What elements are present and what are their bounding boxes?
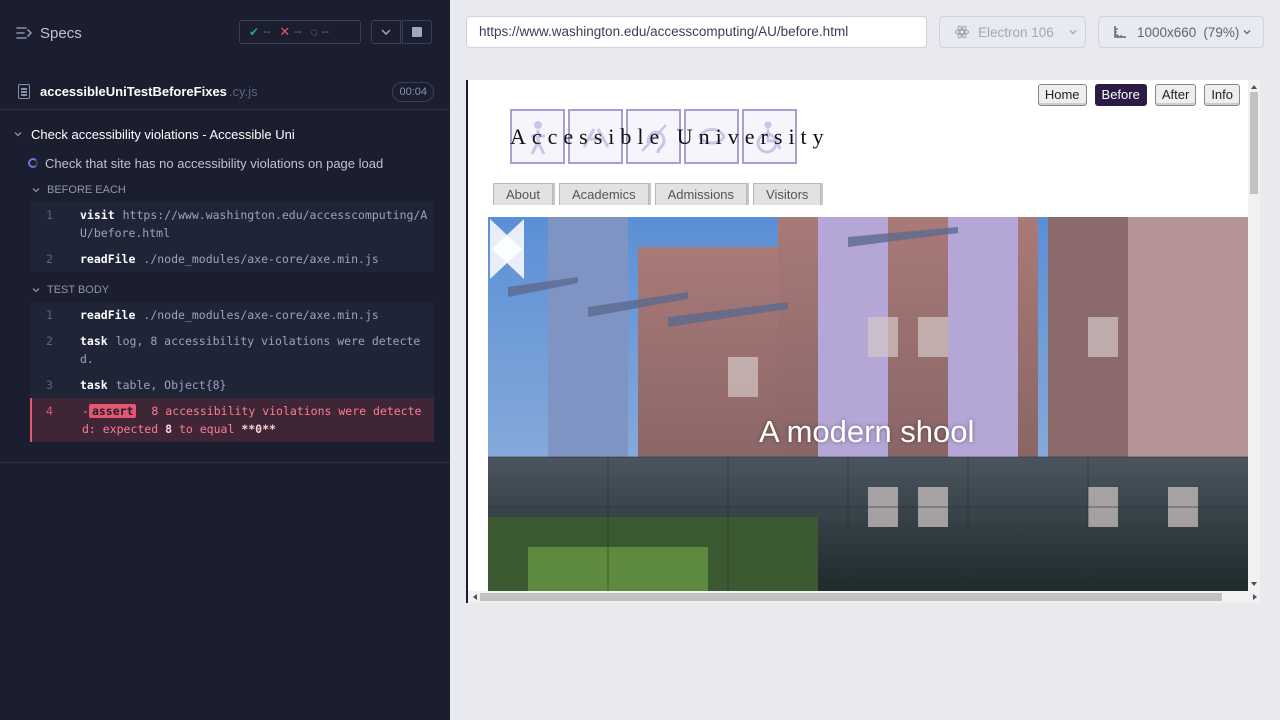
chevron-down-icon <box>32 288 40 293</box>
command-row[interactable]: 2 readFile ./node_modules/axe-core/axe.mi… <box>30 246 434 272</box>
before-each-commands: 1 visit https://www.washington.edu/access… <box>30 202 434 272</box>
command-name: task <box>80 378 108 392</box>
vertical-scrollbar[interactable] <box>1248 80 1260 591</box>
spec-extension: .cy.js <box>228 84 258 99</box>
command-number: 1 <box>46 308 53 322</box>
passed-stat: ✔ -- <box>249 25 271 39</box>
scroll-left-arrow-icon[interactable] <box>470 591 480 603</box>
spec-duration: 00:04 <box>392 82 434 102</box>
stop-icon <box>412 27 422 37</box>
command-row[interactable]: 1 visit https://www.washington.edu/access… <box>30 202 434 246</box>
test-body-label: TEST BODY <box>47 284 110 296</box>
app-preview-panel: https://www.washington.edu/accesscomputi… <box>450 0 1280 720</box>
command-number: 1 <box>46 208 53 222</box>
test-body-commands: 1 readFile ./node_modules/axe-core/axe.mi… <box>30 302 434 442</box>
browser-name: Electron 106 <box>978 24 1054 40</box>
command-message: ./node_modules/axe-core/axe.min.js <box>143 308 379 322</box>
suite-title-row[interactable]: Check accessibility violations - Accessi… <box>0 120 450 148</box>
horizontal-scroll-thumb[interactable] <box>480 593 1222 601</box>
chevron-down-icon <box>32 188 40 193</box>
building-photo <box>488 217 1248 591</box>
stop-button[interactable] <box>402 20 432 44</box>
suite: Check accessibility violations - Accessi… <box>0 120 450 442</box>
before-each-hook[interactable]: BEFORE EACH <box>0 178 450 202</box>
assert-message: - assert 8 accessibility violations were … <box>82 404 422 436</box>
viewport-scale: (79%) <box>1203 24 1240 40</box>
nav-after-button[interactable]: After <box>1154 84 1197 106</box>
nav-home-button[interactable]: Home <box>1037 84 1087 106</box>
hook-label: BEFORE EACH <box>47 184 126 196</box>
collapse-all-button[interactable] <box>371 20 401 44</box>
command-message: log, 8 accessibility violations were det… <box>80 334 421 366</box>
spinner-icon: ◌ <box>310 25 318 39</box>
test-body-section[interactable]: TEST BODY <box>0 278 450 302</box>
tab-visitors[interactable]: Visitors <box>753 183 822 205</box>
tab-academics[interactable]: Academics <box>558 183 649 205</box>
scroll-down-arrow-icon[interactable] <box>1248 579 1260 589</box>
command-message: ./node_modules/axe-core/axe.min.js <box>143 252 379 266</box>
specs-title[interactable]: Specs <box>40 25 82 42</box>
pending-stat: ◌ -- <box>310 25 330 39</box>
carousel-caption: A modern shool <box>759 414 975 449</box>
ruler-icon <box>1114 26 1126 38</box>
aut-iframe: Home Before After Info Accessible Univer… <box>466 80 1260 603</box>
test-title: Check that site has no accessibility vio… <box>45 155 384 171</box>
vertical-scroll-thumb[interactable] <box>1250 92 1258 194</box>
command-number: 3 <box>46 378 53 392</box>
chevron-down-icon <box>381 29 391 35</box>
tab-admissions[interactable]: Admissions <box>654 183 748 205</box>
electron-icon <box>954 25 970 39</box>
failed-stat: ✕ -- <box>279 24 302 39</box>
reporter-header: Specs ✔ -- ✕ -- ◌ -- <box>0 0 450 66</box>
tab-about[interactable]: About <box>493 183 553 205</box>
command-row[interactable]: 3 task table, Object{8} <box>30 372 434 398</box>
nav-info-button[interactable]: Info <box>1204 84 1240 106</box>
command-name: visit <box>80 208 115 222</box>
command-row[interactable]: 2 task log, 8 accessibility violations we… <box>30 328 434 372</box>
command-row[interactable]: 1 readFile ./node_modules/axe-core/axe.mi… <box>30 302 434 328</box>
horizontal-scrollbar[interactable] <box>468 591 1260 603</box>
nav-before-button[interactable]: Before <box>1094 84 1147 106</box>
scroll-right-arrow-icon[interactable] <box>1250 591 1260 603</box>
spec-name: accessibleUniTestBeforeFixes <box>40 84 227 99</box>
viewport-selector[interactable]: 1000x660 (79%) <box>1098 16 1264 48</box>
site-logo-text: Accessible University <box>510 124 830 149</box>
spec-file-row[interactable]: accessibleUniTestBeforeFixes .cy.js 00:0… <box>0 74 450 110</box>
divider <box>0 462 450 463</box>
failed-assert-row[interactable]: 4 - assert 8 accessibility violations wer… <box>30 398 434 442</box>
assert-badge: assert <box>88 404 137 418</box>
command-number: 2 <box>46 252 53 266</box>
viewport-size: 1000x660 <box>1137 24 1197 40</box>
test-stats: ✔ -- ✕ -- ◌ -- <box>239 20 361 44</box>
specs-list-icon[interactable] <box>16 26 33 40</box>
site-top-nav: Home Before After Info <box>1037 84 1240 106</box>
command-number: 2 <box>46 334 53 348</box>
running-spinner-icon <box>28 158 38 168</box>
reporter-panel: Specs ✔ -- ✕ -- ◌ -- accessibleUniTestBefor… <box>0 0 450 720</box>
suite-title: Check accessibility violations - Accessi… <box>31 126 295 142</box>
browser-selector[interactable]: Electron 106 <box>939 16 1086 48</box>
command-message: https://www.washington.edu/accesscomputi… <box>80 208 428 240</box>
chevron-down-icon <box>1069 30 1077 35</box>
cross-icon: ✕ <box>279 24 291 39</box>
chevron-down-icon <box>14 132 22 137</box>
chevron-down-icon <box>1243 30 1251 35</box>
carousel-next-arrow-icon[interactable] <box>488 217 524 281</box>
test-title-row[interactable]: Check that site has no accessibility vio… <box>0 148 450 178</box>
check-icon: ✔ <box>249 25 260 39</box>
command-name: task <box>80 334 108 348</box>
site-tabs: About Academics Admissions Visitors <box>493 183 822 205</box>
command-name: readFile <box>80 252 136 266</box>
url-bar[interactable]: https://www.washington.edu/accesscomputi… <box>466 16 927 48</box>
scroll-up-arrow-icon[interactable] <box>1248 82 1260 92</box>
command-name: readFile <box>80 308 136 322</box>
command-number: 4 <box>46 404 53 418</box>
image-carousel: A modern shool <box>488 217 1248 591</box>
file-icon <box>18 84 30 99</box>
command-message: table, Object{8} <box>115 378 227 392</box>
